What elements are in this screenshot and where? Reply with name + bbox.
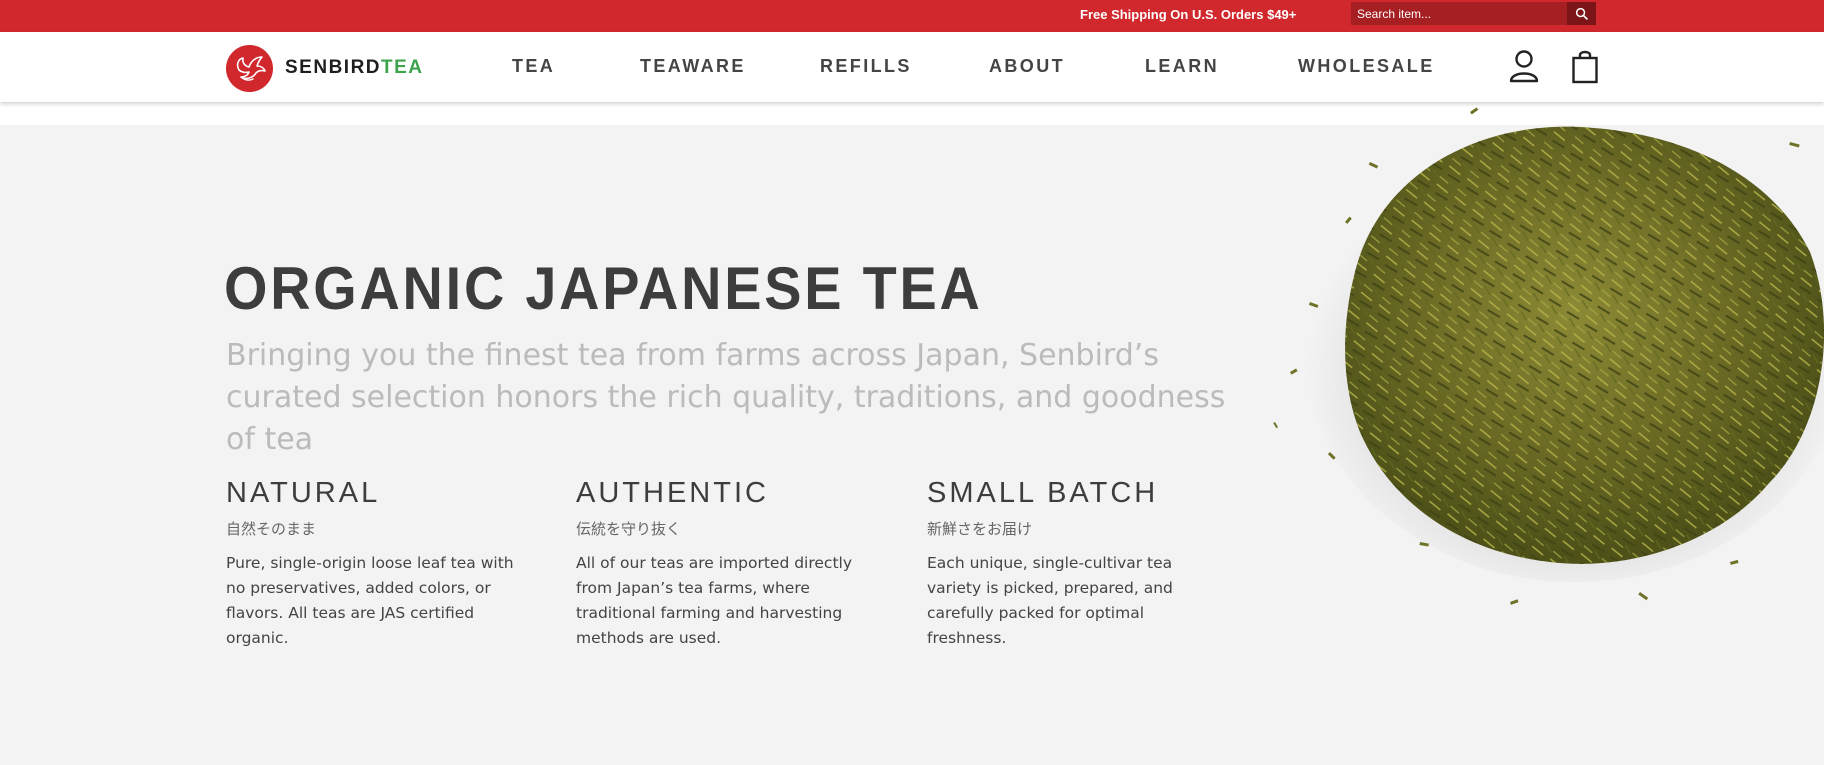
free-shipping-text: Free Shipping On U.S. Orders $49+	[1080, 7, 1297, 22]
account-icon[interactable]	[1508, 49, 1540, 87]
hero-subtitle: Bringing you the finest tea from farms a…	[226, 338, 1226, 457]
feature-description: All of our teas are imported directly fr…	[576, 554, 852, 647]
feature-japanese-subtitle: 新鮮さをお届け	[927, 520, 1033, 538]
nav-item-about[interactable]: ABOUT	[989, 56, 1065, 77]
promo-bar: Free Shipping On U.S. Orders $49+	[0, 0, 1824, 32]
feature-title: SMALL BATCH	[927, 477, 1159, 509]
search-button[interactable]	[1567, 2, 1596, 25]
search-input[interactable]	[1351, 2, 1565, 25]
loose-leaf-tea-image	[1273, 107, 1824, 605]
feature-description: Pure, single-origin loose leaf tea with …	[226, 554, 514, 647]
hero-title: ORGANIC JAPANESE TEA	[224, 255, 983, 322]
feature-japanese-subtitle: 自然そのまま	[226, 520, 317, 538]
feature-title: NATURAL	[226, 477, 381, 509]
nav-item-refills[interactable]: REFILLS	[820, 56, 912, 77]
search-icon	[1575, 7, 1588, 20]
feature-japanese-subtitle: 伝統を守り抜く	[576, 520, 682, 538]
logo-text-tea: TEA	[381, 57, 424, 78]
search-box	[1351, 2, 1596, 25]
hero-section: ORGANIC JAPANESE TEA Bringing you the fi…	[0, 102, 1824, 765]
feature-authentic: AUTHENTIC 伝統を守り抜く All of our teas are im…	[576, 477, 866, 651]
senbird-bird-icon	[226, 44, 273, 92]
feature-title: AUTHENTIC	[576, 477, 769, 509]
nav-item-wholesale[interactable]: WHOLESALE	[1298, 56, 1435, 77]
feature-natural: NATURAL 自然そのまま Pure, single-origin loose…	[226, 477, 516, 651]
senbird-logo[interactable]: SENBIRDTEA	[226, 44, 424, 92]
feature-description: Each unique, single-cultivar tea variety…	[927, 554, 1173, 647]
feature-small-batch: SMALL BATCH 新鮮さをお届け Each unique, single-…	[927, 477, 1217, 651]
logo-text-senbird: SENBIRD	[285, 57, 382, 78]
nav-item-learn[interactable]: LEARN	[1145, 56, 1219, 77]
logo-wordmark: SENBIRDTEA	[285, 57, 424, 79]
nav-item-teaware[interactable]: TEAWARE	[640, 56, 746, 77]
nav-item-tea[interactable]: TEA	[512, 56, 555, 77]
site-header: SENBIRDTEA TEA TEAWARE REFILLS ABOUT LEA…	[0, 32, 1824, 102]
shopping-bag-icon[interactable]	[1571, 48, 1599, 88]
